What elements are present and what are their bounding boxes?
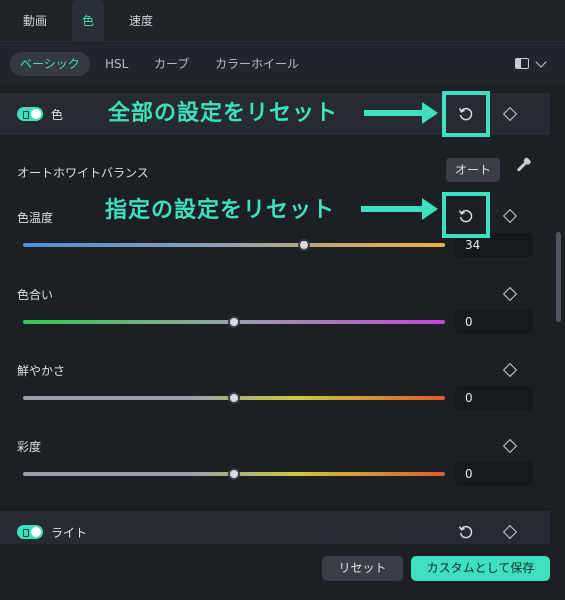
vibrance-slider-knob[interactable] — [228, 392, 240, 404]
chevron-down-icon[interactable] — [535, 56, 547, 68]
white-balance-label: オートホワイトバランス — [17, 166, 149, 180]
temperature-slider-knob[interactable] — [298, 239, 311, 251]
tint-value-field[interactable]: 0 — [455, 310, 533, 334]
annotation-arrow — [364, 102, 438, 124]
light-section-toggle[interactable] — [17, 525, 43, 539]
saturation-slider-knob[interactable] — [228, 468, 240, 480]
annotation-reset-all: 全部の設定をリセット — [108, 101, 339, 126]
vibrance-label: 鮮やかさ — [17, 364, 66, 378]
tab-video[interactable]: 動画 — [12, 0, 58, 42]
reset-light-icon[interactable] — [458, 524, 474, 540]
subtab-basic[interactable]: ベーシック — [10, 52, 90, 76]
compare-view-icon[interactable] — [515, 58, 529, 69]
keyframe-diamond-icon[interactable] — [502, 362, 518, 378]
keyframe-diamond-icon[interactable] — [502, 438, 518, 454]
scrollbar[interactable] — [556, 232, 561, 322]
top-tab-bar: 動画 色 速度 — [0, 0, 565, 42]
annotation-arrow — [361, 198, 438, 220]
color-section-toggle[interactable] — [17, 107, 43, 121]
sub-tab-bar: ベーシック HSL カーブ カラーホイール — [0, 43, 565, 83]
tint-label: 色合い — [17, 288, 54, 302]
light-section-label: ライト — [51, 526, 88, 540]
eyedropper-icon[interactable] — [516, 161, 528, 172]
subtab-curves[interactable]: カーブ — [154, 52, 189, 76]
tab-color[interactable]: 色 — [72, 0, 104, 42]
saturation-value-field[interactable]: 0 — [455, 462, 533, 486]
subtab-hsl[interactable]: HSL — [105, 52, 128, 76]
save-as-custom-button[interactable]: カスタムとして保存 — [411, 556, 550, 581]
saturation-label: 彩度 — [17, 440, 42, 454]
tab-speed[interactable]: 速度 — [118, 0, 164, 42]
color-section-label: 色 — [51, 108, 64, 122]
temperature-slider-track[interactable] — [23, 243, 445, 247]
subtab-color-wheel[interactable]: カラーホイール — [215, 52, 299, 76]
tint-slider-knob[interactable] — [228, 316, 240, 328]
temperature-label: 色温度 — [17, 211, 54, 225]
keyframe-diamond-icon[interactable] — [502, 208, 518, 224]
auto-white-balance-button[interactable]: オート — [446, 158, 500, 182]
annotation-highlight-box — [442, 192, 490, 238]
keyframe-diamond-icon[interactable] — [502, 286, 518, 302]
annotation-highlight-box — [442, 91, 490, 137]
annotation-reset-one: 指定の設定をリセット — [105, 198, 336, 223]
vibrance-value-field[interactable]: 0 — [455, 386, 533, 410]
reset-button[interactable]: リセット — [322, 556, 403, 581]
